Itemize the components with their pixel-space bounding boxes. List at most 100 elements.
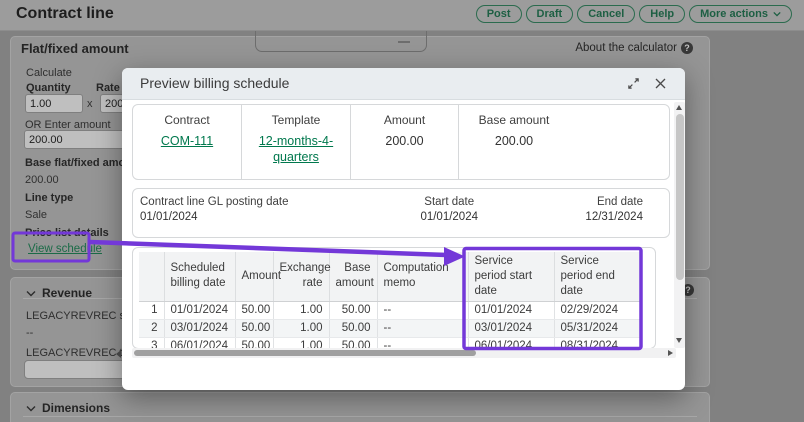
help-button[interactable]: Help — [639, 5, 685, 23]
panel-heading: Flat/fixed amount — [21, 41, 129, 56]
gl-posting-date-label: Contract line GL posting date — [140, 196, 369, 208]
quantity-label: Quantity — [26, 82, 71, 94]
base-flat-fixed-value: 200.00 — [25, 174, 59, 186]
about-calculator-link[interactable]: About the calculator ? — [575, 42, 693, 54]
table-row: 1 01/01/2024 50.00 1.00 50.00 -- 01/01/2… — [139, 301, 651, 319]
table-cell: 01/01/2024 — [164, 301, 235, 319]
scroll-left-icon[interactable] — [116, 350, 121, 358]
dialog-title: Preview billing schedule — [140, 68, 289, 99]
page-title: Contract line — [16, 5, 114, 23]
service-period-start-header: Service period start date — [468, 252, 554, 301]
table-cell: 50.00 — [235, 319, 273, 337]
price-list-details-label: Price list details — [25, 227, 109, 239]
computation-memo-header: Computation memo — [377, 252, 468, 301]
app-window: Contract line Post Draft Cancel Help Mor… — [0, 0, 804, 422]
summary-template: Template 12-months-4-quarters — [242, 105, 351, 179]
end-date: End date 12/31/2024 — [530, 189, 669, 237]
chevron-down-icon — [26, 405, 36, 412]
billing-schedule-table: Scheduled billing date Amount Exchange r… — [139, 252, 651, 349]
horizontal-scrollbar-thumb[interactable] — [134, 350, 476, 356]
action-buttons: Post Draft Cancel Help More actions — [476, 5, 792, 23]
more-actions-button[interactable]: More actions — [689, 5, 792, 23]
chevron-down-icon — [26, 290, 36, 297]
quantity-input[interactable] — [25, 94, 83, 113]
line-type-value: Sale — [25, 209, 47, 221]
gl-posting-date-value: 01/01/2024 — [140, 211, 369, 223]
table-cell: 1.00 — [273, 301, 329, 319]
line-type-label: Line type — [25, 192, 73, 204]
billing-schedule-table-panel: Scheduled billing date Amount Exchange r… — [132, 247, 656, 349]
summary-contract: Contract COM-111 — [133, 105, 242, 179]
dimensions-section-header[interactable]: Dimensions — [26, 401, 110, 415]
post-button[interactable]: Post — [476, 5, 522, 23]
filler-cell — [640, 301, 651, 319]
vertical-scrollbar[interactable] — [674, 102, 685, 348]
table-cell: -- — [377, 301, 468, 319]
scheduled-billing-date-header: Scheduled billing date — [164, 252, 235, 301]
table-cell: 02/29/2024 — [554, 301, 640, 319]
dropdown-indicator — [398, 41, 410, 43]
chevron-down-icon — [773, 11, 781, 17]
start-date-value: 01/01/2024 — [369, 211, 530, 223]
table-cell: 03/01/2024 — [164, 319, 235, 337]
top-bar: Contract line Post Draft Cancel Help Mor… — [0, 0, 804, 31]
legacyrevrec-status-value: -- — [26, 327, 33, 339]
summary-strip: Contract COM-111 Template 12-months-4-qu… — [132, 104, 670, 180]
horizontal-scrollbar[interactable] — [132, 348, 676, 358]
more-actions-label: More actions — [700, 8, 768, 20]
dimensions-panel: Dimensions — [10, 392, 710, 422]
base-amount-header: Base amount — [329, 252, 377, 301]
table-cell: 01/01/2024 — [468, 301, 554, 319]
row-number-header — [139, 252, 164, 301]
contract-link[interactable]: COM-111 — [139, 134, 235, 150]
cancel-button[interactable]: Cancel — [577, 5, 635, 23]
scroll-down-icon[interactable] — [676, 338, 682, 343]
table-row: 2 03/01/2024 50.00 1.00 50.00 -- 03/01/2… — [139, 319, 651, 337]
amount-label: Amount — [384, 113, 425, 127]
draft-button[interactable]: Draft — [526, 5, 574, 23]
rate-label: Rate — [96, 82, 120, 94]
enter-amount-input[interactable] — [24, 130, 126, 149]
dimensions-heading: Dimensions — [42, 401, 110, 415]
template-link[interactable]: 12-months-4-quarters — [248, 134, 344, 165]
summary-amount: Amount 200.00 — [351, 105, 459, 179]
table-header-row: Scheduled billing date Amount Exchange r… — [139, 252, 651, 301]
table-cell: 50.00 — [235, 301, 273, 319]
multiply-sign: x — [87, 98, 93, 110]
section-divider — [23, 416, 697, 417]
table-cell: 50.00 — [329, 319, 377, 337]
start-date-label: Start date — [369, 196, 530, 208]
template-label: Template — [272, 113, 321, 127]
calculate-label: Calculate — [26, 67, 72, 79]
end-date-label: End date — [530, 196, 643, 208]
legacyrevrec-template-input[interactable] — [24, 360, 130, 379]
about-calculator-label: About the calculator — [575, 42, 677, 54]
amount-value: 200.00 — [357, 134, 453, 150]
vertical-scrollbar-thumb[interactable] — [676, 114, 684, 280]
start-date: Start date 01/01/2024 — [369, 189, 530, 237]
end-date-value: 12/31/2024 — [530, 211, 643, 223]
row-number-cell: 1 — [139, 301, 164, 319]
contract-label: Contract — [164, 113, 209, 127]
dates-strip: Contract line GL posting date 01/01/2024… — [132, 188, 670, 238]
filler-cell — [640, 319, 651, 337]
scroll-up-icon[interactable] — [676, 105, 682, 110]
table-cell: 50.00 — [329, 301, 377, 319]
dialog-header: Preview billing schedule — [122, 68, 685, 100]
table-cell: -- — [377, 319, 468, 337]
filler-header — [640, 252, 651, 301]
help-icon[interactable]: ? — [681, 42, 693, 54]
exchange-rate-header: Exchange rate — [273, 252, 329, 301]
summary-base-amount: Base amount 200.00 — [459, 105, 669, 179]
amount-header: Amount — [235, 252, 273, 301]
row-number-cell: 2 — [139, 319, 164, 337]
close-icon[interactable] — [653, 76, 668, 91]
table-cell: 05/31/2024 — [554, 319, 640, 337]
expand-icon[interactable] — [626, 76, 641, 91]
view-schedule-link[interactable]: View schedule — [28, 243, 102, 255]
table-cell: 03/01/2024 — [468, 319, 554, 337]
scroll-right-icon[interactable] — [668, 350, 673, 356]
service-period-end-header: Service period end date — [554, 252, 640, 301]
table-cell: 1.00 — [273, 319, 329, 337]
preview-billing-schedule-dialog: Preview billing schedule Contract COM-11… — [122, 68, 685, 390]
